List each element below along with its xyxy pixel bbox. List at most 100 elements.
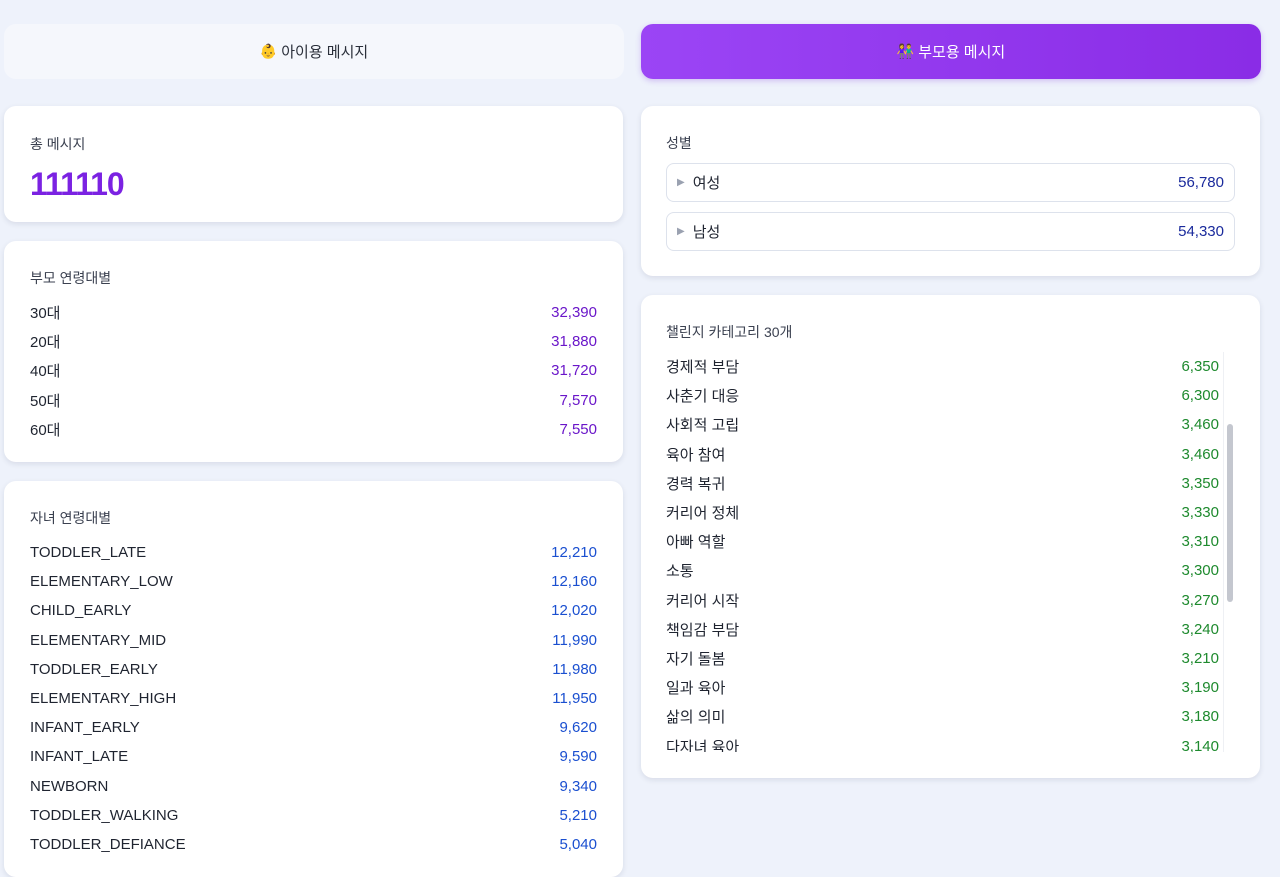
row-label: NEWBORN	[30, 777, 109, 795]
parent-age-row: 30대 32,390	[30, 298, 597, 327]
challenge-row: 육아 참여 3,460	[666, 440, 1219, 469]
row-value: 5,040	[559, 835, 597, 853]
row-value: 12,160	[551, 573, 597, 591]
row-value: 5,210	[559, 806, 597, 824]
row-label: ELEMENTARY_HIGH	[30, 690, 177, 708]
row-label: 60대	[30, 421, 61, 439]
total-messages-title: 총 메시지	[30, 136, 86, 152]
row-value: 3,240	[1181, 620, 1219, 638]
row-value: 3,180	[1181, 708, 1219, 726]
row-value: 3,210	[1181, 649, 1219, 667]
row-label: 육아 참여	[666, 446, 726, 464]
tab-parent-messages[interactable]: 👫 부모용 메시지	[641, 24, 1261, 79]
baby-icon: 👶	[259, 43, 278, 59]
row-label: 다자녀 육아	[666, 738, 740, 752]
challenge-title: 챌린지 카테고리 30개	[666, 324, 793, 340]
parent-age-row: 20대 31,880	[30, 327, 597, 356]
row-value: 31,720	[551, 362, 597, 380]
scrollbar-thumb[interactable]	[1227, 424, 1233, 602]
row-label: 20대	[30, 334, 61, 352]
child-age-row: CHILD_EARLY 12,020	[30, 596, 597, 625]
row-value: 3,460	[1181, 416, 1219, 434]
gender-label: 여성	[692, 175, 721, 192]
child-age-title: 자녀 연령대별	[30, 510, 112, 526]
row-label: 커리어 시작	[666, 592, 740, 610]
gender-row-male[interactable]: ▶ 남성 54,330	[666, 212, 1235, 251]
child-age-row: TODDLER_DEFIANCE 5,040	[30, 830, 597, 859]
gender-title: 성별	[666, 135, 692, 151]
couple-icon: 👫	[896, 43, 915, 59]
row-value: 6,300	[1181, 387, 1219, 405]
challenge-category-card: 챌린지 카테고리 30개 경제적 부담 6,350 사춘기 대응 6,300 사회적…	[641, 295, 1260, 778]
row-value: 9,590	[559, 748, 597, 766]
row-label: 소통	[666, 563, 694, 581]
row-label: 커리어 정체	[666, 505, 740, 523]
parent-age-card: 부모 연령대별 30대 32,390 20대 31,880 40대 31,720 50…	[4, 241, 623, 462]
row-label: 자기 돌봄	[666, 650, 726, 668]
row-value: 3,310	[1181, 533, 1219, 551]
challenge-row: 커리어 정체 3,330	[666, 498, 1219, 527]
row-label: TODDLER_WALKING	[30, 806, 179, 824]
tab-child-messages[interactable]: 👶 아이용 메시지	[4, 24, 624, 79]
row-label: TODDLER_EARLY	[30, 660, 158, 678]
gender-value: 56,780	[1178, 174, 1224, 191]
challenge-row: 삶의 의미 3,180	[666, 702, 1219, 731]
gender-row-female[interactable]: ▶ 여성 56,780	[666, 163, 1235, 202]
row-label: 사춘기 대응	[666, 388, 740, 406]
parent-age-title: 부모 연령대별	[30, 270, 112, 286]
row-value: 12,210	[551, 544, 597, 562]
total-messages-card: 총 메시지 111110	[4, 106, 623, 222]
row-value: 31,880	[551, 333, 597, 351]
row-value: 3,330	[1181, 504, 1219, 522]
row-value: 3,300	[1181, 562, 1219, 580]
expand-triangle-icon: ▶	[677, 177, 685, 188]
challenge-row: 책임감 부담 3,240	[666, 615, 1219, 644]
gender-card: 성별 ▶ 여성 56,780 ▶ 남성 54,330	[641, 106, 1260, 276]
tab-child-label: 아이용 메시지	[281, 44, 369, 61]
row-value: 3,460	[1181, 445, 1219, 463]
child-age-row: ELEMENTARY_MID 11,990	[30, 626, 597, 655]
challenge-scrollbar[interactable]	[1223, 352, 1235, 752]
gender-label: 남성	[692, 224, 721, 241]
row-value: 3,350	[1181, 474, 1219, 492]
challenge-row: 경력 복귀 3,350	[666, 469, 1219, 498]
child-age-card: 자녀 연령대별 TODDLER_LATE 12,210 ELEMENTARY_LO…	[4, 481, 623, 877]
row-label: 책임감 부담	[666, 621, 740, 639]
row-label: 일과 육아	[666, 680, 726, 698]
child-age-list: TODDLER_LATE 12,210 ELEMENTARY_LOW 12,160 …	[30, 538, 597, 859]
row-value: 3,140	[1181, 737, 1219, 752]
row-label: ELEMENTARY_MID	[30, 631, 167, 649]
child-age-row: TODDLER_EARLY 11,980	[30, 655, 597, 684]
row-label: ELEMENTARY_LOW	[30, 573, 173, 591]
challenge-row: 사춘기 대응 6,300	[666, 381, 1219, 410]
row-label: 아빠 역할	[666, 534, 726, 552]
tab-parent-label: 부모용 메시지	[918, 44, 1006, 61]
row-label: CHILD_EARLY	[30, 602, 132, 620]
row-label: 40대	[30, 363, 61, 381]
row-value: 9,340	[559, 777, 597, 795]
row-label: 30대	[30, 305, 61, 323]
row-value: 7,570	[559, 391, 597, 409]
row-label: INFANT_LATE	[30, 748, 129, 766]
challenge-row: 자기 돌봄 3,210	[666, 644, 1219, 673]
row-value: 32,390	[551, 304, 597, 322]
row-value: 6,350	[1181, 358, 1219, 376]
total-messages-value: 111110	[30, 166, 125, 202]
row-label: TODDLER_DEFIANCE	[30, 835, 186, 853]
child-age-row: ELEMENTARY_LOW 12,160	[30, 567, 597, 596]
challenge-list[interactable]: 경제적 부담 6,350 사춘기 대응 6,300 사회적 고립 3,460 육아 참…	[666, 352, 1235, 752]
gender-value: 54,330	[1178, 223, 1224, 240]
expand-triangle-icon: ▶	[677, 226, 685, 237]
row-label: INFANT_EARLY	[30, 719, 140, 737]
row-label: 경제적 부담	[666, 359, 740, 377]
child-age-row: TODDLER_LATE 12,210	[30, 538, 597, 567]
parent-age-row: 60대 7,550	[30, 415, 597, 444]
challenge-row: 경제적 부담 6,350	[666, 352, 1219, 381]
row-value: 7,550	[559, 420, 597, 438]
parent-age-row: 40대 31,720	[30, 356, 597, 385]
challenge-row: 일과 육아 3,190	[666, 673, 1219, 702]
child-age-row: TODDLER_WALKING 5,210	[30, 801, 597, 830]
challenge-row: 아빠 역할 3,310	[666, 527, 1219, 556]
row-label: 삶의 의미	[666, 709, 726, 727]
row-label: 50대	[30, 392, 61, 410]
